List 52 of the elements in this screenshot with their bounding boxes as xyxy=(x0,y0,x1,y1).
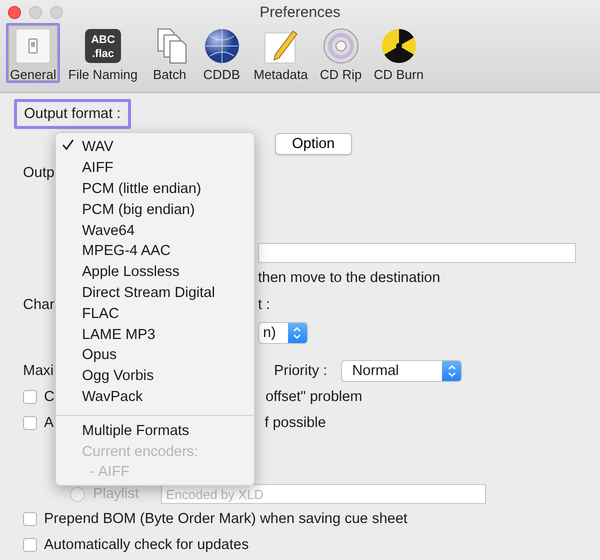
toolbar-tab[interactable]: Batch xyxy=(146,23,194,83)
playlist-label: Playlist xyxy=(93,486,140,502)
priority-label: Priority : xyxy=(274,363,328,379)
text-field[interactable] xyxy=(258,243,576,263)
max-label: Maxi xyxy=(23,363,55,379)
menu-item[interactable]: Apple Lossless xyxy=(56,262,254,283)
menu-item[interactable]: Ogg Vorbis xyxy=(56,366,254,387)
checkbox-label: A xyxy=(44,415,54,431)
checkbox[interactable] xyxy=(23,390,37,404)
menu-item[interactable]: Multiple Formats xyxy=(56,420,254,442)
checkbox-label: Prepend BOM (Byte Order Mark) when saving cue sheet xyxy=(44,511,408,527)
toolbar-tab[interactable]: CD Rip xyxy=(316,23,366,83)
char-select[interactable]: n) xyxy=(258,322,308,344)
stepper-icon xyxy=(442,361,462,381)
close-button[interactable] xyxy=(8,6,21,19)
menu-item[interactable]: PCM (big endian) xyxy=(56,199,254,220)
menu-item[interactable]: LAME MP3 xyxy=(56,324,254,345)
menu-item[interactable]: WAV xyxy=(56,137,254,158)
disc-icon xyxy=(320,27,361,65)
checkbox[interactable] xyxy=(23,538,37,552)
char-label: Char xyxy=(23,297,55,313)
menu-item[interactable]: Direct Stream Digital xyxy=(56,282,254,304)
menu-item[interactable]: MPEG-4 AAC xyxy=(56,240,254,262)
output-format-label: Output format : xyxy=(14,99,131,129)
priority-select[interactable]: Normal xyxy=(341,360,462,382)
checkbox-label: f possible xyxy=(264,415,326,431)
menu-item[interactable]: Opus xyxy=(56,344,254,366)
zoom-button[interactable] xyxy=(50,6,63,19)
toolbar-tab[interactable]: CDDB xyxy=(198,23,246,83)
toolbar-tab[interactable]: Metadata xyxy=(250,23,312,83)
checkbox-label: offset" problem xyxy=(265,389,362,405)
stepper-icon xyxy=(288,323,307,343)
checkbox[interactable] xyxy=(23,416,37,430)
menu-item[interactable]: FLAC xyxy=(56,303,254,324)
option-button[interactable]: Option xyxy=(275,132,352,154)
toolbar-tab[interactable]: CD Burn xyxy=(370,23,428,83)
minimize-button[interactable] xyxy=(29,6,42,19)
move-text: then move to the destination xyxy=(258,270,440,286)
toolbar-tab[interactable]: General xyxy=(6,23,60,83)
check-icon xyxy=(62,139,74,152)
window-title: Preferences xyxy=(260,3,340,21)
menu-item[interactable]: Wave64 xyxy=(56,220,254,241)
file-naming-icon: ABC .flac xyxy=(82,27,123,65)
menu-item[interactable]: WavPack xyxy=(56,386,254,408)
checkbox[interactable] xyxy=(23,512,37,526)
menu-item[interactable]: PCM (little endian) xyxy=(56,178,254,200)
output-label: Outp xyxy=(23,165,55,181)
checkbox-label: C xyxy=(44,389,54,405)
menu-item[interactable]: AIFF xyxy=(56,158,254,179)
toolbar-tab[interactable]: ABC .flac File Naming xyxy=(64,23,142,83)
checkbox-label: Automatically check for updates xyxy=(44,537,249,553)
char-label-end: t : xyxy=(258,297,270,313)
